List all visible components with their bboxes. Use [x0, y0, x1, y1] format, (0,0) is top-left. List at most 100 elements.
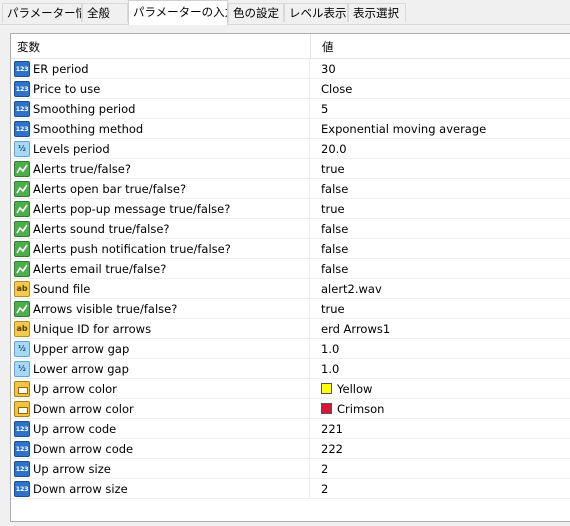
table-row[interactable]: Alerts true/false? true — [11, 159, 570, 179]
parameter-value[interactable]: true — [321, 159, 345, 179]
double-icon: ½ — [14, 141, 30, 157]
row-column-divider — [309, 99, 310, 119]
parameter-name: Up arrow code — [33, 422, 117, 436]
color-swatch[interactable] — [321, 383, 332, 394]
tab-input-parameters[interactable]: パラメーターの入力 — [128, 0, 228, 25]
parameter-value[interactable]: 221 — [321, 419, 343, 439]
parameter-name: Alerts push notification true/false? — [33, 242, 231, 256]
header-value[interactable]: 値 — [322, 34, 334, 58]
row-column-divider — [309, 219, 310, 239]
parameter-value[interactable]: true — [321, 199, 345, 219]
parameter-value[interactable]: 1.0 — [321, 339, 339, 359]
row-column-divider — [309, 419, 310, 439]
table-row[interactable]: Alerts push notification true/false? fals… — [11, 239, 570, 259]
table-row[interactable]: ½ Levels period 20.0 — [11, 139, 570, 159]
tab-levels[interactable]: レベル表示 — [284, 3, 348, 22]
table-row[interactable]: 123 Up arrow code 221 — [11, 419, 570, 439]
table-row[interactable]: 123 Price to use Close — [11, 79, 570, 99]
row-column-divider — [309, 59, 310, 79]
tab-colors[interactable]: 色の設定 — [228, 3, 284, 22]
int-icon: 123 — [14, 61, 30, 77]
row-column-divider — [309, 399, 310, 419]
parameter-value[interactable]: 5 — [321, 99, 328, 119]
table-row[interactable]: 123 Up arrow size 2 — [11, 459, 570, 479]
bool-icon — [14, 221, 30, 237]
parameter-value[interactable]: 30 — [321, 59, 336, 79]
parameter-name: Down arrow color — [33, 402, 134, 416]
table-row[interactable]: ab Unique ID for arrows erd Arrows1 — [11, 319, 570, 339]
parameter-value[interactable]: erd Arrows1 — [321, 319, 390, 339]
parameters-table: 変数 値 123 ER period 30 123 Price to use Close 1… — [10, 33, 570, 522]
string-icon: ab — [14, 321, 30, 337]
int-icon: 123 — [14, 121, 30, 137]
parameter-name: ER period — [33, 62, 89, 76]
table-row[interactable]: Alerts open bar true/false? false — [11, 179, 570, 199]
parameter-name: Smoothing period — [33, 102, 136, 116]
color-swatch[interactable] — [321, 403, 332, 414]
row-column-divider — [309, 459, 310, 479]
table-row[interactable]: Down arrow color Crimson — [11, 399, 570, 419]
double-icon: ½ — [14, 361, 30, 377]
parameter-value[interactable]: Crimson — [337, 399, 384, 419]
parameter-value[interactable]: 2 — [321, 459, 328, 479]
tab-parameter-info[interactable]: パラメーター情報 — [2, 3, 82, 22]
row-column-divider — [309, 359, 310, 379]
parameter-value[interactable]: false — [321, 179, 348, 199]
parameter-value[interactable]: false — [321, 239, 348, 259]
int-icon: 123 — [14, 481, 30, 497]
table-row[interactable]: ½ Upper arrow gap 1.0 — [11, 339, 570, 359]
parameter-name: Levels period — [33, 142, 110, 156]
row-column-divider — [309, 139, 310, 159]
parameter-value[interactable]: Close — [321, 79, 352, 99]
int-icon: 123 — [14, 441, 30, 457]
row-column-divider — [309, 439, 310, 459]
header-variable[interactable]: 変数 — [17, 34, 40, 58]
table-row[interactable]: ab Sound file alert2.wav — [11, 279, 570, 299]
table-header: 変数 値 — [11, 34, 570, 59]
tab-visualization[interactable]: 表示選択 — [348, 3, 406, 22]
table-row[interactable]: Alerts email true/false? false — [11, 259, 570, 279]
tab-general[interactable]: 全般 — [82, 3, 128, 22]
table-row[interactable]: Alerts sound true/false? false — [11, 219, 570, 239]
parameter-value[interactable]: 222 — [321, 439, 343, 459]
table-row[interactable]: 123 Down arrow code 222 — [11, 439, 570, 459]
bool-icon — [14, 261, 30, 277]
table-row[interactable]: 123 Down arrow size 2 — [11, 479, 570, 499]
parameter-value[interactable]: 1.0 — [321, 359, 339, 379]
table-row[interactable]: 123 Smoothing period 5 — [11, 99, 570, 119]
int-icon: 123 — [14, 421, 30, 437]
row-column-divider — [309, 179, 310, 199]
row-column-divider — [309, 379, 310, 399]
column-divider[interactable] — [310, 34, 311, 58]
row-column-divider — [309, 299, 310, 319]
parameter-name: Alerts pop-up message true/false? — [33, 202, 231, 216]
parameter-value[interactable]: Yellow — [337, 379, 372, 399]
table-row[interactable]: Arrows visible true/false? true — [11, 299, 570, 319]
table-row[interactable]: Alerts pop-up message true/false? true — [11, 199, 570, 219]
row-column-divider — [309, 259, 310, 279]
parameter-name: Up arrow color — [33, 382, 117, 396]
parameter-value[interactable]: alert2.wav — [321, 279, 382, 299]
row-column-divider — [309, 79, 310, 99]
parameter-name: Alerts true/false? — [33, 162, 131, 176]
string-icon: ab — [14, 281, 30, 297]
parameter-value[interactable]: 20.0 — [321, 139, 347, 159]
table-row[interactable]: Up arrow color Yellow — [11, 379, 570, 399]
parameter-name: Down arrow size — [33, 482, 128, 496]
parameter-value[interactable]: Exponential moving average — [321, 119, 486, 139]
table-row[interactable]: 123 ER period 30 — [11, 59, 570, 79]
table-row[interactable]: ½ Lower arrow gap 1.0 — [11, 359, 570, 379]
parameter-value[interactable]: false — [321, 219, 348, 239]
parameter-name: Alerts sound true/false? — [33, 222, 170, 236]
color-icon — [14, 381, 30, 397]
parameter-value[interactable]: true — [321, 299, 345, 319]
row-column-divider — [309, 319, 310, 339]
parameter-value[interactable]: 2 — [321, 479, 328, 499]
table-row[interactable]: 123 Smoothing method Exponential moving av… — [11, 119, 570, 139]
parameter-name: Price to use — [33, 82, 101, 96]
parameter-name: Smoothing method — [33, 122, 144, 136]
parameter-name: Unique ID for arrows — [33, 322, 152, 336]
parameter-name: Up arrow size — [33, 462, 111, 476]
parameter-name: Upper arrow gap — [33, 342, 130, 356]
parameter-value[interactable]: false — [321, 259, 348, 279]
